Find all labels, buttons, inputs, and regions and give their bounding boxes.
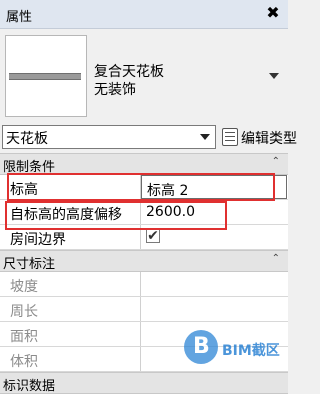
type-selector[interactable]: 复合天花板 无装饰 bbox=[0, 29, 288, 121]
collapse-icon[interactable]: ⌃ bbox=[272, 156, 280, 167]
family-filter-select[interactable]: 天花板 bbox=[2, 125, 216, 149]
edit-type-icon bbox=[222, 128, 238, 146]
collapse-icon[interactable]: ⌃ bbox=[272, 253, 280, 264]
watermark-text: BIM截区 bbox=[222, 343, 280, 359]
highlight-box-level bbox=[7, 173, 275, 201]
instance-filter-row: 天花板 编辑类型 bbox=[0, 123, 297, 151]
category-identity-data[interactable]: 标识数据 bbox=[0, 372, 288, 394]
category-label: 标识数据 bbox=[3, 379, 56, 394]
type-dropdown-icon[interactable] bbox=[269, 73, 279, 79]
type-subtitle: 无装饰 bbox=[94, 82, 136, 98]
property-label: 坡度 bbox=[10, 279, 38, 295]
category-dimensions[interactable]: 尺寸标注 ⌃ bbox=[0, 250, 288, 272]
property-label: 面积 bbox=[10, 329, 38, 345]
highlight-box-offset bbox=[5, 201, 227, 230]
property-row-perimeter: 周长 bbox=[0, 297, 288, 322]
chevron-down-icon bbox=[200, 134, 210, 140]
watermark-logo-letter: B bbox=[193, 334, 210, 359]
watermark-logo-icon: B bbox=[184, 330, 218, 364]
property-label: 房间边界 bbox=[10, 232, 66, 248]
room-bounding-checkbox[interactable]: ✔ bbox=[146, 229, 160, 243]
edit-type-label: 编辑类型 bbox=[241, 131, 297, 147]
properties-titlebar: 属性 ✖ bbox=[0, 0, 288, 29]
close-icon[interactable]: ✖ bbox=[264, 3, 282, 23]
category-constraints[interactable]: 限制条件 ⌃ bbox=[0, 153, 288, 175]
edit-type-button[interactable]: 编辑类型 bbox=[222, 126, 297, 148]
property-label: 体积 bbox=[10, 354, 38, 370]
property-label: 周长 bbox=[10, 304, 38, 320]
type-preview-image bbox=[5, 35, 87, 117]
watermark: B BIM截区 bbox=[184, 330, 284, 366]
panel-title: 属性 bbox=[6, 10, 33, 25]
family-filter-value: 天花板 bbox=[6, 131, 48, 147]
type-name: 复合天花板 bbox=[94, 64, 164, 80]
category-label: 尺寸标注 bbox=[3, 257, 56, 272]
property-row-slope: 坡度 bbox=[0, 272, 288, 297]
